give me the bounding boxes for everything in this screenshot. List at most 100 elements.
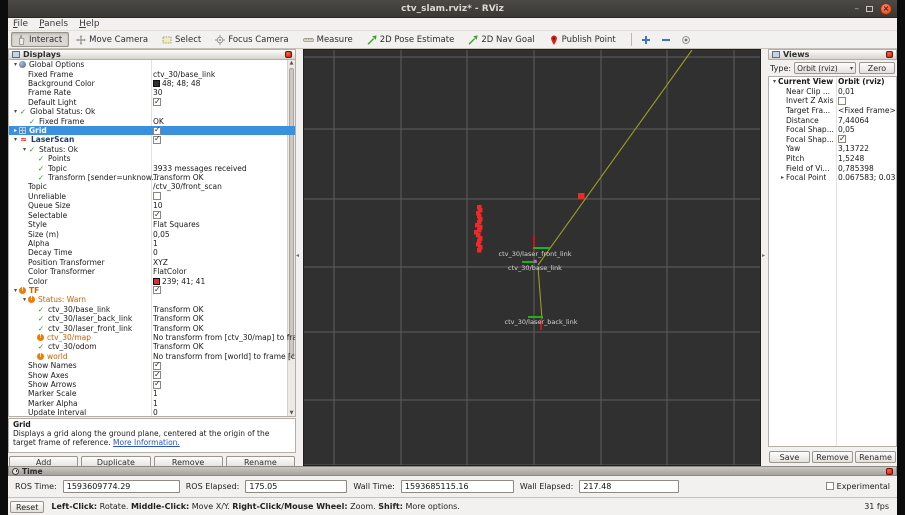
- displays-row-status-warn[interactable]: ▾! Status: Warn: [9, 295, 295, 304]
- ros-time-input[interactable]: 1593609774.29: [62, 479, 180, 493]
- checkbox[interactable]: [153, 380, 161, 389]
- wall-time-input[interactable]: 1593685115.16: [400, 479, 514, 493]
- displays-row-style[interactable]: Style Flat Squares: [9, 220, 295, 229]
- title-bar[interactable]: ctv_slam.rviz* - RViz – ×: [8, 0, 897, 18]
- displays-row-ctv-30-map[interactable]: ! ctv_30/map No transform from [ctv_30/map…: [9, 333, 295, 342]
- views-row-near-clip[interactable]: Near Clip ... 0,01: [769, 87, 896, 97]
- menu-help[interactable]: Help: [79, 19, 100, 29]
- displays-row-world[interactable]: ! world No transform from [world] to frame…: [9, 352, 295, 361]
- displays-row-frame-rate[interactable]: Frame Rate 30: [9, 88, 295, 97]
- displays-row-size-m[interactable]: Size (m) 0,05: [9, 229, 295, 239]
- displays-row-default-light[interactable]: Default Light: [9, 98, 295, 107]
- views-row-field-of-vi[interactable]: Field of Vi... 0,785398: [769, 163, 896, 173]
- tool-measure[interactable]: Measure: [298, 32, 360, 47]
- expand-arrow-icon[interactable]: ▾: [21, 296, 28, 303]
- displays-row-ctv-30-laser-front-link[interactable]: ✓ ctv_30/laser_front_link Transform OK: [9, 323, 295, 333]
- displays-row-marker-scale[interactable]: Marker Scale 1: [9, 389, 295, 398]
- displays-row-ctv-30-laser-back-link[interactable]: ✓ ctv_30/laser_back_link Transform OK: [9, 314, 295, 323]
- displays-row-alpha[interactable]: Alpha 1: [9, 239, 295, 248]
- more-information-link[interactable]: More Information.: [113, 438, 180, 447]
- close-icon[interactable]: ×: [880, 3, 892, 15]
- views-row-current-view[interactable]: ▾ Current View Orbit (rviz): [769, 77, 896, 87]
- zero-button[interactable]: Zero: [859, 62, 895, 74]
- displays-row-background-color[interactable]: Background Color 48; 48; 48: [9, 79, 295, 88]
- views-rename-button[interactable]: Rename: [855, 451, 896, 463]
- render-scene[interactable]: ctv_30/laser_front_link ctv_30/base_linkc…: [304, 49, 760, 466]
- displays-row-global-options[interactable]: ▾ Global Options: [9, 60, 295, 69]
- displays-row-queue-size[interactable]: Queue Size 10: [9, 201, 295, 210]
- displays-row-fixed-frame[interactable]: ✓ Fixed Frame OK: [9, 116, 295, 126]
- displays-row-show-axes[interactable]: Show Axes: [9, 370, 295, 380]
- expand-arrow-icon[interactable]: ▾: [771, 78, 778, 85]
- toolbar-target-button[interactable]: [678, 32, 694, 47]
- checkbox[interactable]: [153, 192, 161, 201]
- expand-arrow-icon[interactable]: ▾: [12, 61, 19, 68]
- 3d-viewport[interactable]: ctv_30/laser_front_link ctv_30/base_link c…: [303, 49, 761, 466]
- displays-row-topic[interactable]: Topic/ctv_30/front_scan: [9, 182, 295, 191]
- views-remove-button[interactable]: Remove: [812, 451, 853, 463]
- displays-row-unreliable[interactable]: Unreliable: [9, 192, 295, 201]
- checkbox[interactable]: [153, 370, 161, 380]
- views-close-icon[interactable]: [886, 51, 893, 58]
- tool-select[interactable]: Select: [157, 32, 208, 47]
- displays-row-status-ok[interactable]: ▾ ✓ Status: Ok: [9, 145, 295, 154]
- displays-row-transform-sender-unknow[interactable]: ✓ Transform [sender=unknow... Transform OK: [9, 173, 295, 182]
- tool-2d-nav-goal[interactable]: 2D Nav Goal: [463, 32, 541, 47]
- tool-focus-camera[interactable]: Focus Camera: [210, 32, 295, 47]
- displays-row-fixed-frame[interactable]: Fixed Frame ctv_30/base_link: [9, 69, 295, 79]
- views-row-target-fra[interactable]: Target Fra... <Fixed Frame>: [769, 106, 896, 116]
- views-row-invert-z-axis[interactable]: Invert Z Axis: [769, 96, 896, 106]
- menu-file[interactable]: File: [13, 19, 28, 29]
- displays-row-selectable[interactable]: Selectable: [9, 211, 295, 220]
- time-close-icon[interactable]: [886, 467, 893, 475]
- views-save-button[interactable]: Save: [769, 451, 810, 463]
- checkbox[interactable]: [153, 286, 161, 295]
- toolbar-minus-button[interactable]: [658, 32, 674, 47]
- expand-arrow-icon[interactable]: ▸: [779, 174, 786, 181]
- displays-row-color-transformer[interactable]: Color Transformer FlatColor: [9, 267, 295, 276]
- time-panel-header[interactable]: Time: [8, 466, 897, 476]
- displays-close-icon[interactable]: [285, 51, 292, 58]
- displays-row-color[interactable]: Color 239; 41; 41: [9, 276, 295, 286]
- displays-row-decay-time[interactable]: Decay Time 0: [9, 248, 295, 257]
- ros-elapsed-input[interactable]: 175.05: [245, 479, 348, 493]
- wall-elapsed-input[interactable]: 217.48: [579, 479, 680, 493]
- views-panel-header[interactable]: Views: [768, 49, 897, 60]
- tool-2d-pose-estimate[interactable]: 2D Pose Estimate: [362, 32, 462, 47]
- toolbar-plus-button[interactable]: [638, 32, 654, 47]
- checkbox[interactable]: [838, 135, 846, 144]
- experimental-checkbox[interactable]: [825, 482, 834, 490]
- displays-row-laserscan[interactable]: ▾ ≈ LaserScan: [9, 135, 295, 144]
- tool-publish-point[interactable]: Publish Point: [544, 32, 623, 47]
- expand-arrow-icon[interactable]: ▾: [12, 287, 19, 294]
- views-row-distance[interactable]: Distance 7,44064: [769, 115, 896, 125]
- displays-row-show-arrows[interactable]: Show Arrows: [9, 380, 295, 389]
- displays-row-global-status-ok[interactable]: ▾ ✓ Global Status: Ok: [9, 107, 295, 116]
- views-row-focal-shap[interactable]: Focal Shap... 0,05: [769, 125, 896, 135]
- maximize-icon[interactable]: [866, 6, 873, 12]
- expand-arrow-icon[interactable]: ▸: [12, 127, 19, 134]
- checkbox[interactable]: [838, 96, 846, 105]
- views-row-focal-point[interactable]: ▸Focal Point 0.067583; 0.033...: [769, 173, 896, 183]
- displays-row-ctv-30-odom[interactable]: ✓ ctv_30/odom Transform OK: [9, 342, 295, 351]
- views-row-focal-shap[interactable]: Focal Shap...: [769, 135, 896, 145]
- tool-move-camera[interactable]: Move Camera: [71, 32, 155, 47]
- expand-arrow-icon[interactable]: ▾: [21, 146, 28, 153]
- displays-panel-header[interactable]: Displays: [8, 49, 296, 60]
- displays-row-grid[interactable]: ▸ Grid: [9, 125, 295, 136]
- tool-interact[interactable]: Interact: [11, 32, 70, 47]
- checkbox[interactable]: [153, 135, 161, 144]
- splitter-left-icon[interactable]: ◂: [296, 252, 299, 259]
- checkbox[interactable]: [153, 98, 161, 107]
- checkbox[interactable]: [153, 126, 161, 135]
- checkbox[interactable]: [153, 211, 161, 220]
- view-type-select[interactable]: Orbit (rviz) ▾: [794, 62, 856, 74]
- displays-row-marker-alpha[interactable]: Marker Alpha 1: [9, 399, 295, 408]
- displays-row-points[interactable]: ✓ Points: [9, 154, 295, 163]
- menu-panels[interactable]: Panels: [39, 19, 68, 29]
- reset-button[interactable]: Reset: [10, 500, 45, 513]
- displays-row-topic[interactable]: ✓ Topic 3933 messages received: [9, 163, 295, 173]
- expand-arrow-icon[interactable]: ▾: [12, 136, 19, 143]
- displays-row-show-names[interactable]: Show Names: [9, 361, 295, 370]
- views-row-pitch[interactable]: Pitch 1,5248: [769, 154, 896, 164]
